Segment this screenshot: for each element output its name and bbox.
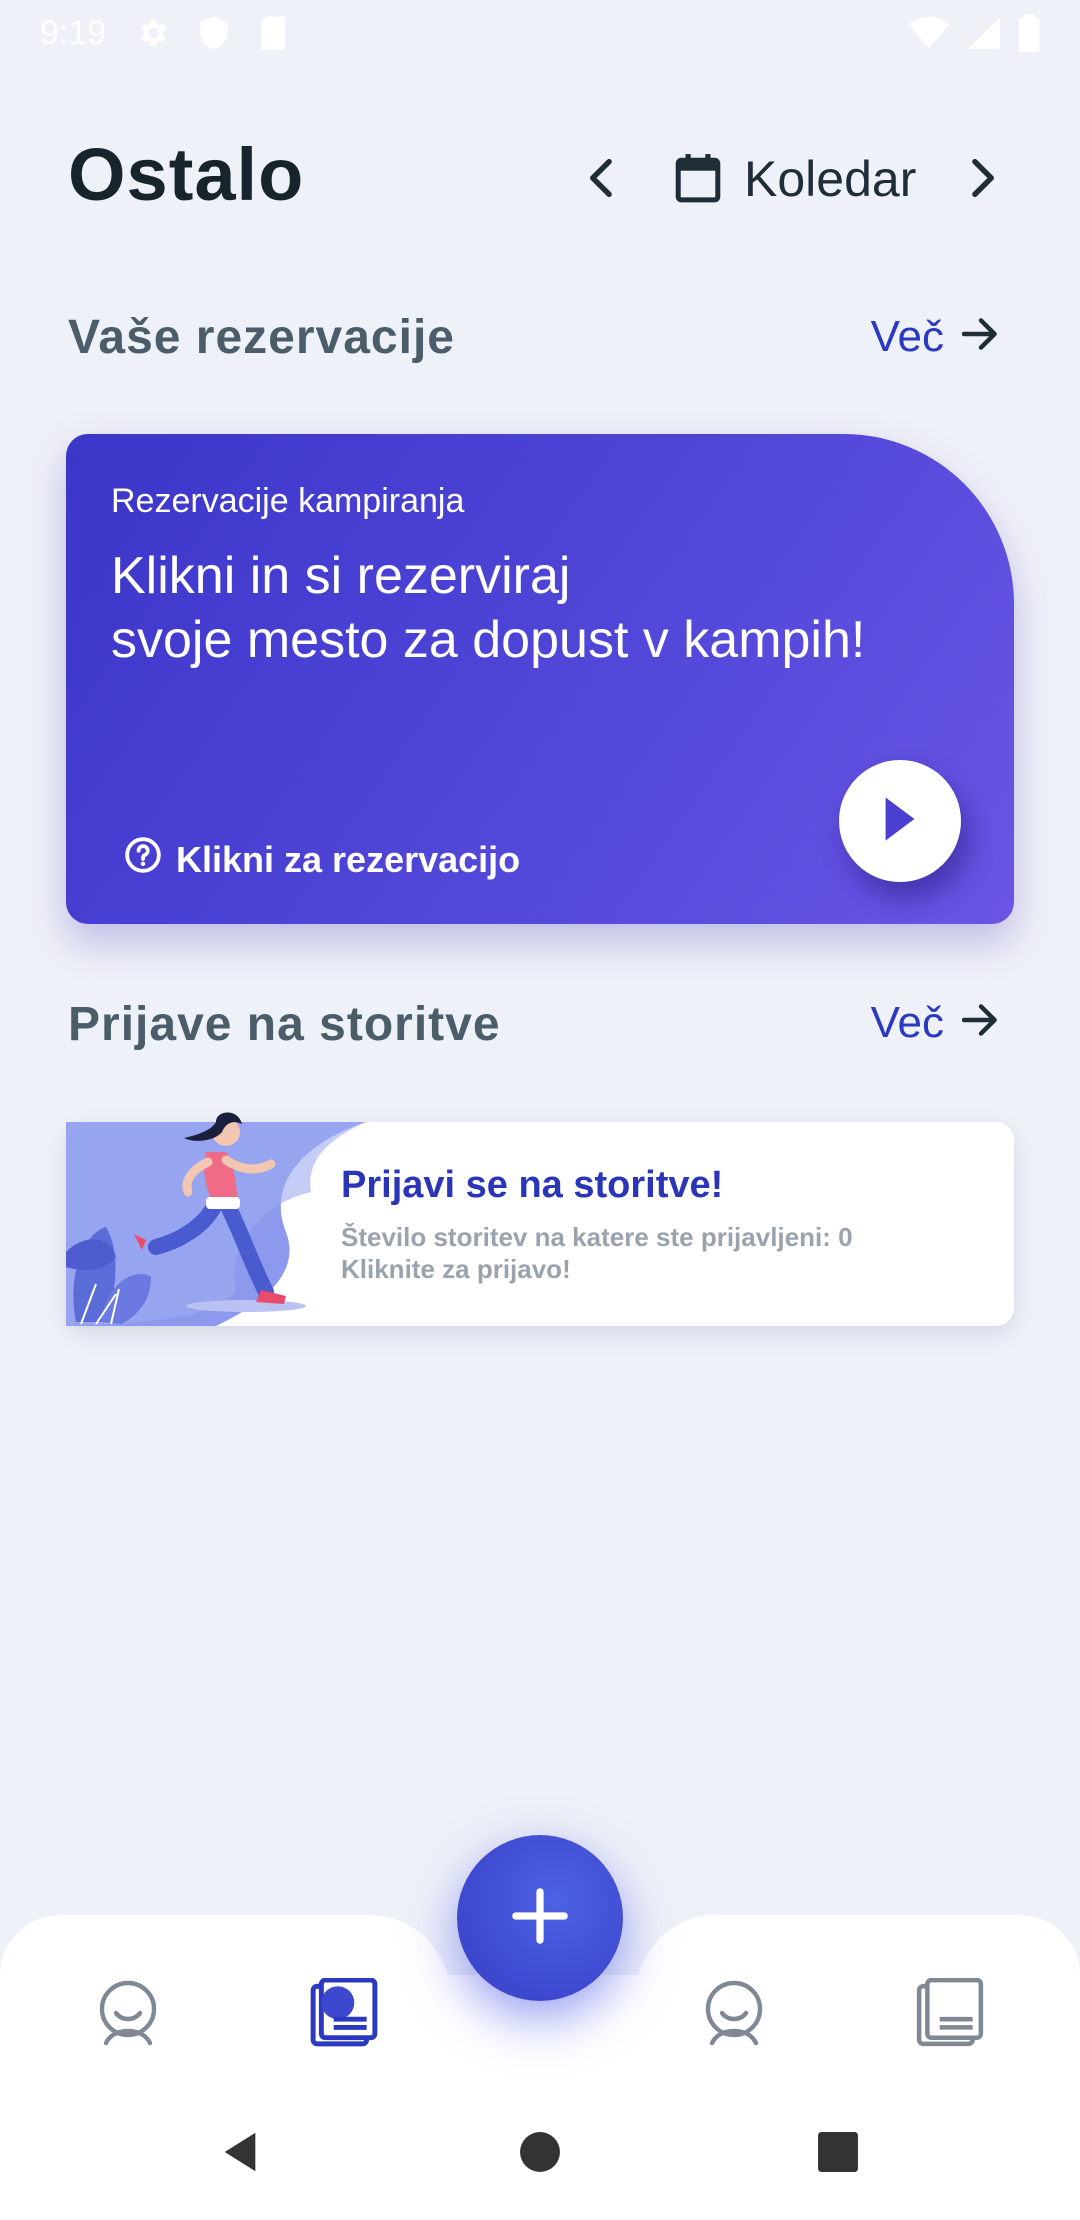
- services-section-title: Prijave na storitve: [68, 998, 501, 1051]
- services-signup-card[interactable]: Prijavi se na storitve! Število storitev…: [66, 1112, 1014, 1326]
- wifi-icon: [908, 16, 950, 50]
- chevron-left-icon[interactable]: [578, 150, 622, 206]
- page-header: Ostalo Koledar: [0, 120, 1080, 240]
- shield-icon: [198, 15, 230, 51]
- play-icon: [883, 795, 917, 848]
- more-label: Več: [870, 312, 944, 361]
- back-icon[interactable]: [215, 2127, 265, 2177]
- status-bar: 9:19: [0, 0, 1080, 66]
- face-icon: [96, 1979, 160, 2052]
- recents-icon[interactable]: [813, 2127, 863, 2177]
- system-navigation-bar: [0, 2085, 1080, 2220]
- signal-icon: [968, 16, 1000, 50]
- face-icon: [702, 1979, 766, 2052]
- nav-item-profile[interactable]: [88, 1975, 168, 2055]
- reservations-more-link[interactable]: Več: [871, 312, 1000, 362]
- camping-reservation-card[interactable]: Rezervacije kampiranja Klikni in si reze…: [66, 434, 1014, 924]
- status-time: 9:19: [40, 13, 107, 52]
- card-headline-line1: Klikni in si rezerviraj: [111, 547, 571, 605]
- runner-illustration: [66, 1112, 366, 1326]
- nav-item-library-2[interactable]: [910, 1975, 990, 2055]
- plus-icon: [511, 1887, 569, 1950]
- book-icon: [915, 1977, 985, 2053]
- services-cta-text: Kliknite za prijavo!: [341, 1254, 571, 1284]
- more-label: Več: [870, 998, 944, 1047]
- calendar-label[interactable]: Koledar: [744, 150, 916, 208]
- battery-icon: [1018, 14, 1040, 52]
- book-icon: [309, 1977, 379, 2053]
- nav-item-library-active[interactable]: [304, 1975, 384, 2055]
- play-button[interactable]: [839, 760, 961, 882]
- arrow-right-icon: [961, 312, 1000, 362]
- arrow-right-icon: [961, 998, 1000, 1048]
- calendar-icon[interactable]: [672, 150, 724, 206]
- page-title: Ostalo: [68, 133, 305, 216]
- services-more-link[interactable]: Več: [871, 998, 1000, 1048]
- services-title: Prijavi se na storitve!: [341, 1164, 724, 1206]
- reserve-link[interactable]: Klikni za rezervacijo: [124, 836, 520, 883]
- card-headline: Klikni in si rezerviraj svoje mesto za d…: [111, 544, 951, 672]
- reserve-link-label: Klikni za rezervacijo: [176, 838, 521, 880]
- sd-card-icon: [258, 15, 288, 51]
- card-headline-line2: svoje mesto za dopust v kampih!: [111, 611, 866, 669]
- home-icon[interactable]: [515, 2127, 565, 2177]
- help-circle-icon: [124, 836, 162, 883]
- reservations-section-title: Vaše rezervacije: [68, 311, 455, 364]
- nav-item-profile-2[interactable]: [694, 1975, 774, 2055]
- card-eyebrow: Rezervacije kampiranja: [111, 482, 465, 520]
- services-count-text: Število storitev na katere ste prijavlje…: [341, 1222, 853, 1252]
- gear-icon: [134, 15, 170, 51]
- chevron-right-icon[interactable]: [962, 150, 1006, 206]
- add-button[interactable]: [457, 1835, 623, 2001]
